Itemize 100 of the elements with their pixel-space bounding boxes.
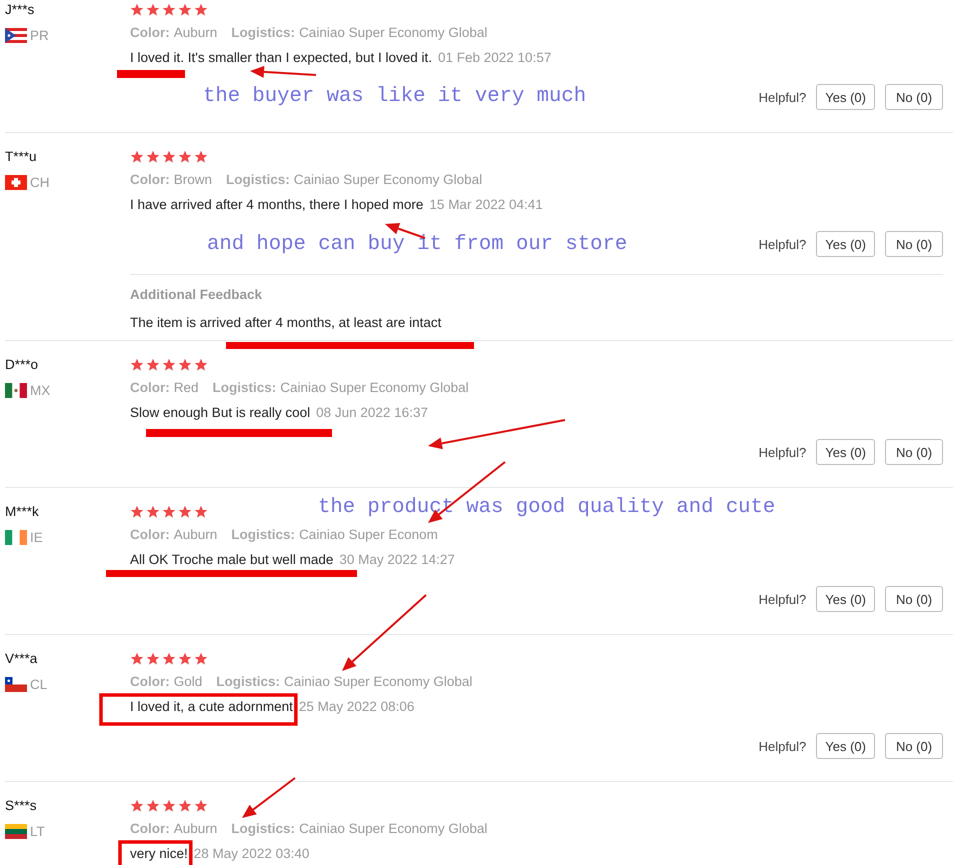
flag-icon [5, 28, 27, 43]
star-icon [146, 150, 160, 164]
country-code: CL [30, 677, 48, 692]
country-code: LT [30, 824, 45, 839]
star-icon [194, 150, 208, 164]
country-code: MX [30, 383, 50, 398]
flag-icon [5, 530, 27, 545]
star-icon [178, 3, 192, 17]
arrow [250, 66, 316, 78]
logistics-label: Logistics: [226, 172, 290, 187]
star-icon [178, 358, 192, 372]
country-code: PR [30, 28, 49, 43]
star-icon [130, 3, 144, 17]
star-icon [130, 150, 144, 164]
user-name: T***u [5, 149, 38, 165]
logistics-label: Logistics: [231, 25, 296, 40]
yes-button[interactable]: Yes (0) [816, 439, 875, 465]
star-icon [194, 3, 208, 17]
review-date: 15 Mar 2022 04:41 [429, 197, 543, 212]
star-icon [146, 799, 160, 813]
color-label: Color: [130, 25, 170, 40]
star-icon [194, 505, 208, 519]
star-icon [178, 505, 192, 519]
logistics-label: Logistics: [231, 821, 296, 836]
yes-button[interactable]: Yes (0) [816, 84, 875, 110]
star-icon [162, 3, 176, 17]
star-icon [162, 505, 176, 519]
review-text: Slow enough But is really cool [130, 405, 310, 420]
color-label: Color: [130, 172, 170, 187]
logistics-value: Cainiao Super Economy Global [294, 172, 482, 187]
country-code: CH [30, 175, 50, 190]
review-text: I loved it, a cute adornment [130, 699, 293, 714]
no-button[interactable]: No (0) [885, 586, 943, 612]
user-name: V***a [5, 651, 38, 667]
yes-button[interactable]: Yes (0) [816, 733, 875, 759]
review-date: 01 Feb 2022 10:57 [438, 50, 552, 65]
no-button[interactable]: No (0) [885, 231, 943, 257]
star-icon [178, 652, 192, 666]
logistics-label: Logistics: [212, 380, 276, 395]
logistics-value: Cainiao Super Economy Global [280, 380, 469, 395]
logistics-value: Cainiao Super Economy Global [299, 25, 488, 40]
star-icon [146, 3, 160, 17]
star-icon [194, 799, 208, 813]
star-icon [194, 358, 208, 372]
color-value: Gold [174, 674, 202, 689]
user-name: D***o [5, 357, 40, 373]
country-code: IE [30, 530, 43, 545]
review-text: I have arrived after 4 months, there I hoped more [130, 197, 424, 212]
color-label: Color: [130, 527, 170, 542]
additional-feedback-text: The item is arrived after 4 months, at least are intact [130, 314, 442, 332]
helpful-label: Helpful? [758, 236, 806, 252]
user-name: M***k [5, 504, 40, 520]
yes-button[interactable]: Yes (0) [816, 586, 875, 612]
user-name: S***s [5, 798, 38, 814]
review-date: 30 May 2022 14:27 [339, 552, 455, 567]
star-icon [146, 652, 160, 666]
review-date: 25 May 2022 08:06 [298, 699, 414, 714]
flag-icon [5, 677, 27, 692]
arrow [242, 777, 296, 818]
color-value: Red [174, 380, 199, 395]
star-icon [146, 358, 160, 372]
flag-icon [5, 175, 27, 190]
star-icon [178, 150, 192, 164]
additional-feedback-title: Additional Feedback [130, 286, 264, 304]
no-button[interactable]: No (0) [885, 733, 943, 759]
star-icon [194, 652, 208, 666]
color-value: Auburn [174, 821, 218, 836]
logistics-value: Cainiao Super Economy Global [284, 674, 472, 689]
review-date: 08 Jun 2022 16:37 [316, 405, 428, 420]
color-value: Auburn [174, 527, 218, 542]
color-value: Auburn [174, 25, 218, 40]
user-name: J***s [5, 2, 36, 18]
flag-icon [5, 383, 27, 398]
logistics-value: Cainiao Super Econom [299, 527, 438, 542]
star-icon [162, 358, 176, 372]
helpful-label: Helpful? [758, 90, 806, 104]
no-button[interactable]: No (0) [885, 439, 943, 465]
star-icon [130, 505, 144, 519]
star-icon [162, 652, 176, 666]
helpful-label: Helpful? [758, 444, 806, 460]
yes-button[interactable]: Yes (0) [816, 231, 875, 257]
review-date: 28 May 2022 03:40 [194, 846, 310, 861]
star-icon [130, 358, 144, 372]
color-value: Brown [174, 172, 212, 187]
underline-mark [117, 70, 185, 78]
star-icon [146, 505, 160, 519]
flag-icon [5, 824, 27, 839]
star-icon [162, 150, 176, 164]
color-label: Color: [130, 821, 170, 836]
star-icon [130, 652, 144, 666]
logistics-label: Logistics: [216, 674, 280, 689]
star-icon [130, 799, 144, 813]
annotation-caption: the buyer was like it very much [203, 84, 586, 110]
helpful-label: Helpful? [758, 592, 806, 606]
review-text: I loved it. It's smaller than I expected, but I loved it. [130, 50, 432, 65]
review-text: All OK Troche male but well made [130, 552, 334, 567]
color-label: Color: [130, 674, 170, 689]
no-button[interactable]: No (0) [885, 84, 943, 110]
star-icon [162, 799, 176, 813]
star-icon [178, 799, 192, 813]
